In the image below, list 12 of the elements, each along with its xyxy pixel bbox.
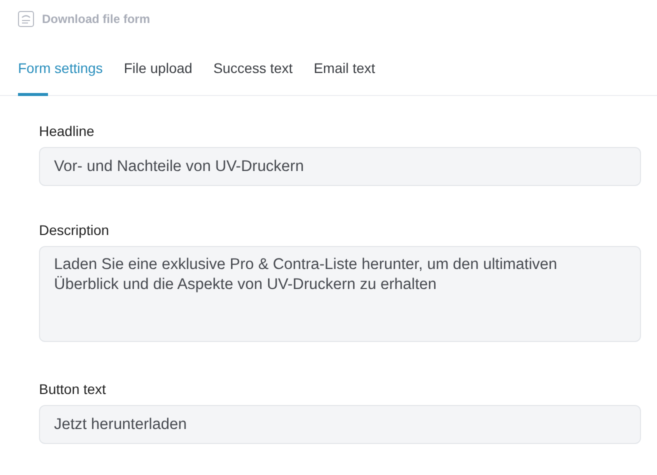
- field-label: Headline: [39, 123, 96, 139]
- tab[interactable]: Success text: [213, 51, 293, 95]
- field-label: Button text: [39, 381, 107, 397]
- field-label: Description: [39, 222, 110, 238]
- form-title: Download file form: [42, 12, 150, 26]
- tab[interactable]: Email text: [314, 51, 376, 95]
- text-area[interactable]: Laden Sie eine exklusive Pro & Contra-Liste herunter, um den ultimativen Überblick und die Aspekte von UV-Druckern zu erhalten: [39, 246, 641, 342]
- form-icon: [18, 10, 34, 26]
- tab[interactable]: File upload: [124, 51, 192, 95]
- tab[interactable]: Form settings: [18, 51, 103, 95]
- input-field[interactable]: Jetzt herunterladen: [39, 405, 641, 444]
- input-field[interactable]: Vor- und Nachteile von UV-Druckern: [39, 147, 641, 186]
